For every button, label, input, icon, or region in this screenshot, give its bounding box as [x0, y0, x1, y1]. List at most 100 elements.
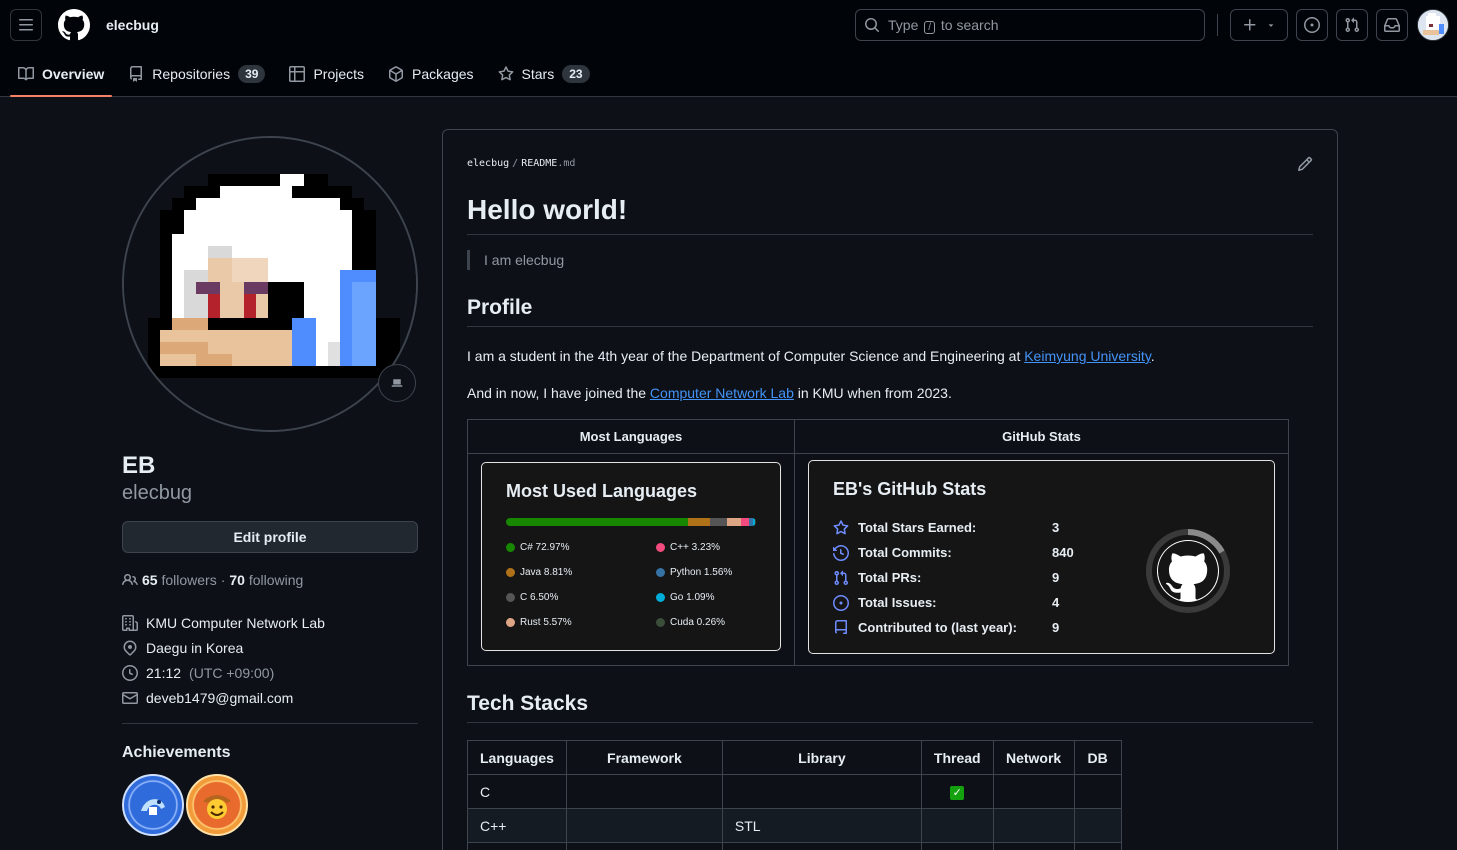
local-time: 21:12	[146, 664, 182, 681]
issues-button[interactable]	[1296, 9, 1328, 41]
table-cell: C	[467, 774, 567, 809]
edit-profile-button[interactable]: Edit profile	[122, 521, 418, 553]
table-cell	[992, 808, 1075, 843]
pull-requests-button[interactable]	[1336, 9, 1368, 41]
divider	[122, 723, 418, 724]
readme-owner-link[interactable]: elecbug	[467, 158, 509, 169]
check-mark-icon: ✓	[950, 786, 965, 800]
profile-readme: elecbug / README.md Hello world! I am elec…	[442, 129, 1338, 850]
follow-counts: 65 followers · 70 following	[122, 572, 418, 588]
location-text: Daegu in Korea	[146, 639, 244, 656]
language-item: Rust 5.57%	[506, 616, 656, 628]
table-cell	[992, 842, 1075, 850]
language-label: Rust 5.57%	[520, 616, 572, 628]
language-item: C++ 3.23%	[656, 541, 756, 553]
achievement-badge-quickdraw-icon[interactable]	[186, 774, 248, 836]
separator-dot: ·	[220, 572, 226, 588]
table-cell	[467, 842, 567, 850]
top-bar: elecbug Type / to search Overview Reposi…	[0, 0, 1457, 97]
language-item: Cuda 0.26%	[656, 616, 756, 628]
tab-repositories-label: Repositories	[152, 65, 231, 82]
book-icon	[18, 66, 34, 80]
repo-icon	[835, 619, 847, 634]
inbox-button[interactable]	[1376, 9, 1408, 41]
stat-row-stars: Total Stars Earned: 3	[833, 515, 1074, 540]
table-row	[467, 842, 1122, 850]
menu-button[interactable]	[10, 9, 42, 41]
history-icon	[833, 544, 849, 561]
tab-overview[interactable]: Overview	[10, 50, 113, 97]
tab-repositories[interactable]: Repositories 39	[120, 50, 273, 97]
computer-network-lab-link[interactable]: Computer Network Lab	[650, 385, 794, 401]
github-logo-icon[interactable]	[57, 9, 90, 41]
triangle-down-icon	[1268, 24, 1274, 27]
email-item[interactable]: deveb1479@gmail.com	[122, 685, 418, 710]
edit-readme-button[interactable]	[1297, 156, 1313, 175]
readme-heading: Hello world!	[467, 194, 1313, 235]
search-input[interactable]: Type / to search	[855, 9, 1205, 41]
stat-row-commits: Total Commits: 840	[833, 540, 1074, 565]
user-avatar-button[interactable]	[1417, 9, 1449, 41]
table-cell	[565, 774, 723, 809]
language-label: Python 1.56%	[670, 566, 733, 578]
languages-card-title: Most Used Languages	[506, 481, 698, 501]
achievement-badges	[122, 774, 418, 836]
language-item: Python 1.56%	[656, 566, 756, 578]
achievement-badge-pull-shark-icon[interactable]	[122, 774, 184, 836]
stats-card-title: EB's GitHub Stats	[833, 479, 987, 499]
issue-icon	[833, 594, 849, 611]
repositories-count: 39	[238, 64, 266, 83]
stat-value: 3	[1052, 520, 1060, 535]
tab-packages[interactable]: Packages	[380, 50, 481, 97]
pull-request-icon	[1345, 17, 1360, 33]
profile-tabs: Overview Repositories 39 Projects Packag…	[10, 50, 606, 97]
table-cell	[721, 842, 922, 850]
create-new-button[interactable]	[1230, 9, 1288, 41]
github-stats-card[interactable]: EB's GitHub Stats Total Stars Earned: 3 T…	[808, 460, 1275, 654]
stat-value: 4	[1052, 595, 1060, 610]
keimyung-university-link[interactable]: Keimyung University	[1024, 348, 1151, 364]
table-cell	[1073, 842, 1122, 850]
language-color-dot	[656, 617, 665, 627]
table-icon	[289, 65, 306, 82]
readme-path: elecbug / README.md	[467, 158, 576, 169]
table-cell	[1073, 774, 1122, 809]
people-icon	[122, 573, 138, 586]
context-username-link[interactable]: elecbug	[106, 17, 159, 33]
readme-file-link[interactable]: README.md	[521, 158, 575, 169]
language-label: Go 1.09%	[670, 591, 715, 603]
tech-stack-table: Languages Framework Library Thread Netwo…	[467, 740, 1122, 850]
stat-value: 9	[1052, 570, 1060, 585]
star-icon	[833, 519, 849, 534]
laptop-icon	[391, 379, 403, 387]
search-shortcut-key: /	[924, 20, 936, 34]
clock-icon	[122, 664, 138, 681]
table-cell	[920, 808, 994, 843]
table-cell	[920, 842, 994, 850]
stat-value: 9	[1052, 620, 1060, 635]
languages-cell: Most Used Languages C# 72.97% C++ 3.23% Ja…	[467, 453, 795, 666]
profile-avatar[interactable]	[122, 136, 418, 432]
languages-card[interactable]: Most Used Languages C# 72.97% C++ 3.23% Ja…	[481, 462, 781, 651]
tech-header-db: DB	[1073, 740, 1122, 775]
location-item: Daegu in Korea	[122, 635, 418, 660]
tech-header-network: Network	[992, 740, 1075, 775]
email-link[interactable]: deveb1479@gmail.com	[146, 690, 293, 706]
table-cell: STL	[721, 808, 922, 843]
profile-login: elecbug	[122, 482, 193, 504]
stat-value: 840	[1052, 545, 1074, 560]
followers-link[interactable]: 65 followers	[142, 572, 217, 588]
language-bar-segment	[755, 518, 756, 526]
table-cell	[992, 774, 1075, 809]
stat-row-issues: Total Issues: 4	[833, 590, 1074, 615]
status-button[interactable]	[378, 364, 416, 402]
tab-projects[interactable]: Projects	[281, 50, 372, 97]
language-color-dot	[506, 542, 515, 552]
pull-request-icon	[834, 570, 849, 585]
tech-header-thread: Thread	[920, 740, 994, 775]
organization-item: KMU Computer Network Lab	[122, 610, 418, 635]
following-link[interactable]: 70 following	[229, 572, 303, 588]
achievements-title[interactable]: Achievements	[122, 744, 418, 762]
tab-stars[interactable]: Stars 23	[490, 50, 598, 97]
language-bar-segment	[506, 518, 689, 526]
